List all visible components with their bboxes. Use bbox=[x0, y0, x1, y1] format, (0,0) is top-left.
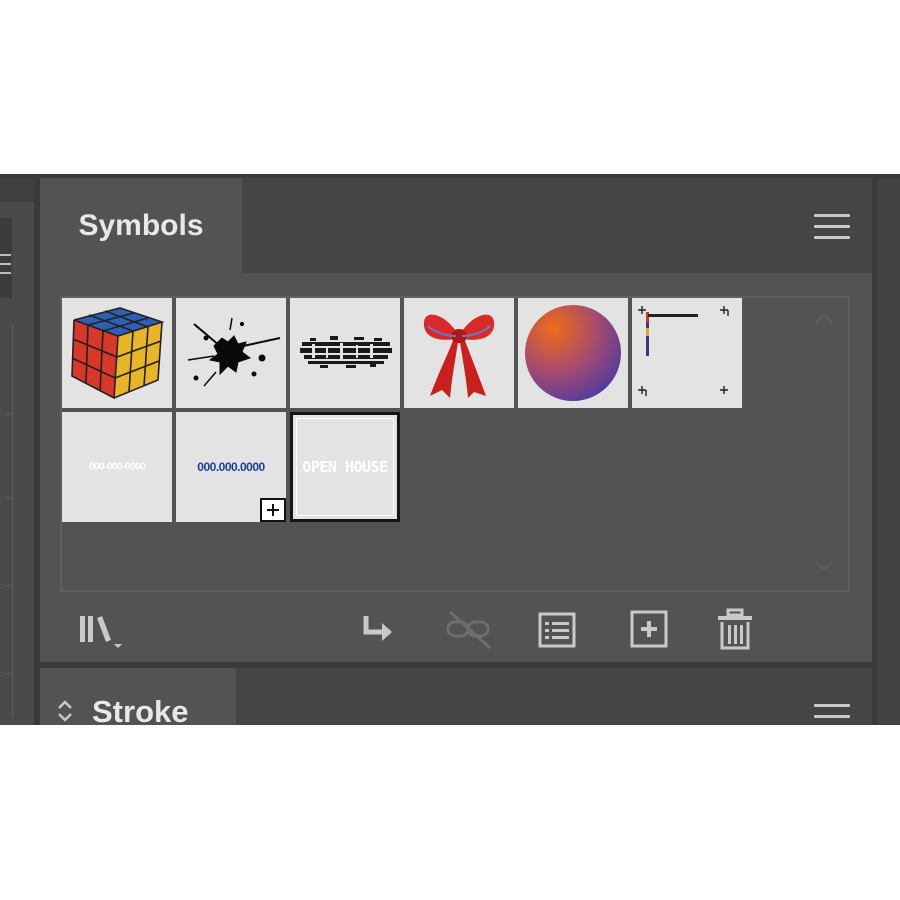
left-panel-tab-strip bbox=[0, 178, 34, 202]
ink-splat-icon bbox=[187, 317, 281, 387]
symbols-panel: Symbols 000-000-0000 000.000.0000 OPEN H… bbox=[40, 178, 872, 662]
symbol-thumb-red-bow[interactable] bbox=[404, 298, 514, 408]
left-docked-panel bbox=[0, 178, 34, 725]
symbol-libraries-menu-icon[interactable] bbox=[76, 608, 122, 652]
phone-number-label: 000.000.0000 bbox=[197, 460, 265, 474]
delete-symbol-icon[interactable] bbox=[714, 608, 760, 652]
symbol-thumb-open-house[interactable]: OPEN HOUSE bbox=[290, 412, 400, 522]
left-panel-content bbox=[6, 323, 13, 718]
stroke-panel: Stroke bbox=[40, 668, 872, 725]
scroll-up-icon[interactable] bbox=[814, 312, 834, 324]
scroll-down-icon[interactable] bbox=[814, 560, 834, 572]
symbol-thumb-corner-marks[interactable] bbox=[632, 298, 742, 408]
sphere-icon bbox=[525, 305, 621, 401]
symbols-grid: 000-000-0000 000.000.0000 OPEN HOUSE bbox=[60, 296, 850, 592]
symbol-thumb-phone-number[interactable]: 000.000.0000 bbox=[176, 412, 286, 522]
symbol-thumb-white-text-banner[interactable]: 000-000-0000 bbox=[62, 412, 172, 522]
collapse-toggle-icon[interactable] bbox=[56, 698, 74, 724]
tab-symbols[interactable]: Symbols bbox=[40, 178, 242, 273]
tab-symbols-label: Symbols bbox=[78, 209, 204, 242]
symbols-tabbar: Symbols bbox=[40, 178, 872, 273]
break-link-icon[interactable] bbox=[444, 608, 492, 652]
hamburger-menu-icon[interactable] bbox=[814, 214, 850, 242]
symbol-thumb-ink-splat[interactable] bbox=[176, 298, 286, 408]
corner-marks-icon bbox=[638, 306, 729, 396]
rubiks-cube-icon bbox=[71, 307, 165, 400]
stroke-hamburger-menu-icon[interactable] bbox=[814, 704, 850, 724]
bow-icon bbox=[423, 314, 495, 398]
new-symbol-icon[interactable] bbox=[628, 608, 674, 652]
grunge-brush-icon bbox=[300, 336, 392, 368]
left-panel-menu-icon[interactable] bbox=[0, 218, 12, 298]
white-text-banner-label: 000-000-0000 bbox=[88, 461, 146, 473]
place-symbol-instance-icon[interactable] bbox=[356, 608, 402, 652]
tab-stroke[interactable]: Stroke bbox=[40, 668, 236, 725]
symbols-footer-toolbar bbox=[40, 598, 872, 662]
open-house-label: OPEN HOUSE bbox=[302, 458, 388, 476]
new-symbol-drop-plus-icon bbox=[260, 498, 286, 522]
tab-stroke-label: Stroke bbox=[92, 694, 189, 725]
symbol-thumb-rubiks-cube[interactable] bbox=[62, 298, 172, 408]
illustrator-ui: Symbols 000-000-0000 000.000.0000 OPEN H… bbox=[0, 174, 900, 725]
symbol-thumb-gradient-sphere[interactable] bbox=[518, 298, 628, 408]
symbol-thumb-grunge-brush[interactable] bbox=[290, 298, 400, 408]
symbol-options-icon[interactable] bbox=[536, 608, 582, 652]
right-scroll-strip bbox=[878, 178, 900, 725]
